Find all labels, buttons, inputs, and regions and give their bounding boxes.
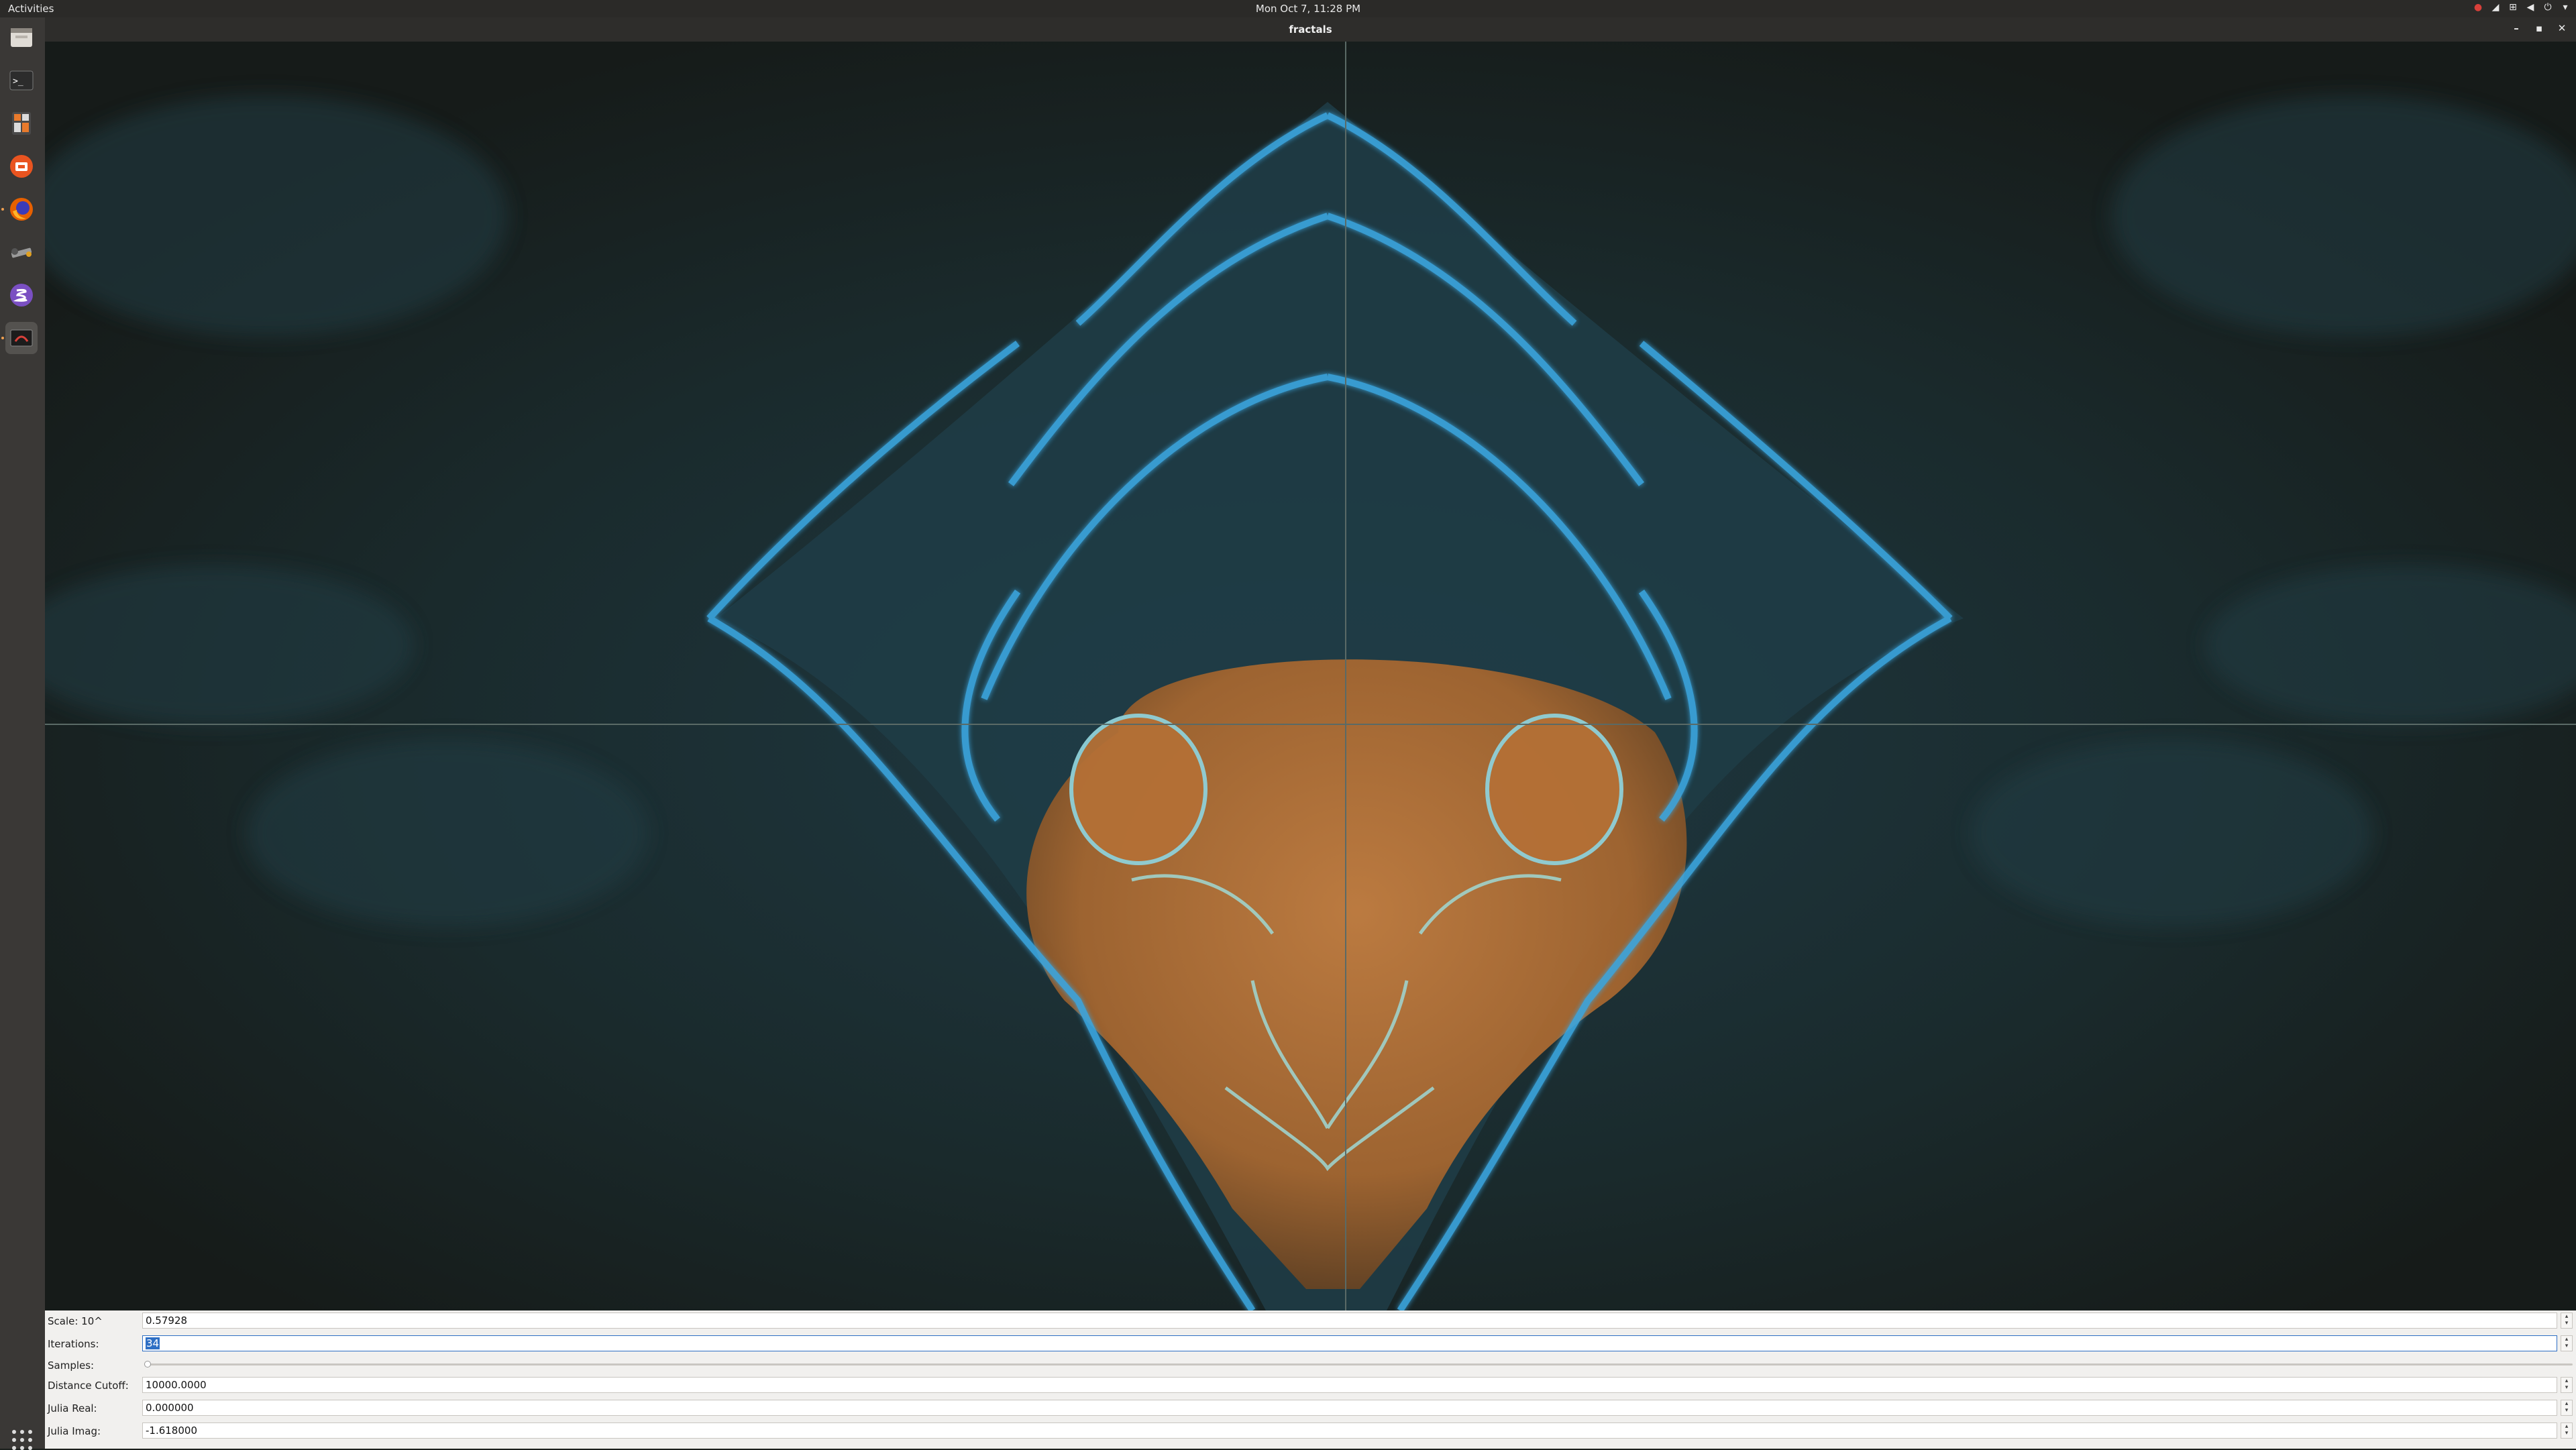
svg-text:>_: >_	[13, 76, 23, 87]
wifi-icon[interactable]: ◢	[2490, 2, 2501, 13]
fractal-canvas[interactable]	[45, 42, 2576, 1310]
julia-imag-row: Julia Imag: -1.618000 ▴ ▾	[45, 1420, 2576, 1441]
maximize-icon[interactable]: ▪	[2534, 23, 2544, 34]
record-icon[interactable]: ●	[2473, 2, 2483, 13]
julia-real-spinner[interactable]: ▴ ▾	[2561, 1400, 2573, 1416]
iterations-spinner[interactable]: ▴ ▾	[2561, 1335, 2573, 1351]
clock[interactable]: Mon Oct 7, 11:28 PM	[1208, 3, 1409, 15]
samples-slider[interactable]	[144, 1361, 2573, 1368]
terminal-icon: >_	[9, 70, 34, 91]
scale-row: Scale: 10^ 0.57928 ▴ ▾	[45, 1310, 2576, 1331]
julia-real-input[interactable]: 0.000000	[142, 1400, 2557, 1416]
firefox-icon	[10, 198, 33, 221]
window-titlebar[interactable]: fractals – ▪ ✕	[45, 17, 2576, 42]
scale-label: Scale: 10^	[48, 1315, 103, 1327]
fractal-image	[45, 42, 2576, 1310]
iterations-label: Iterations:	[48, 1338, 99, 1350]
samples-row: Samples:	[45, 1355, 2576, 1375]
scale-spinner[interactable]: ▴ ▾	[2561, 1313, 2573, 1329]
distance-cutoff-label: Distance Cutoff:	[48, 1380, 129, 1392]
distance-cutoff-row: Distance Cutoff: 10000.0000 ▴ ▾	[45, 1375, 2576, 1395]
distance-cutoff-spinner[interactable]: ▴ ▾	[2561, 1377, 2573, 1393]
firefox-launcher[interactable]	[1, 193, 38, 225]
tool-launcher[interactable]	[5, 236, 38, 268]
activities-button[interactable]: Activities	[8, 3, 54, 15]
files-icon	[11, 28, 32, 47]
software-center-launcher[interactable]	[5, 150, 38, 182]
terminal-launcher[interactable]: >_	[5, 64, 38, 97]
fractals-launcher[interactable]	[1, 322, 38, 354]
show-applications-icon[interactable]	[12, 1430, 32, 1450]
wrench-tool-icon	[11, 247, 32, 258]
julia-real-row: Julia Real: 0.000000 ▴ ▾	[45, 1398, 2576, 1418]
iterations-row: Iterations: 34 ▴ ▾	[45, 1333, 2576, 1353]
samples-label: Samples:	[48, 1359, 95, 1372]
emacs-icon	[10, 284, 33, 306]
julia-imag-label: Julia Imag:	[48, 1425, 101, 1437]
slider-handle[interactable]	[144, 1361, 151, 1368]
volume-icon[interactable]: ◀	[2525, 2, 2536, 13]
top-bar: Activities Mon Oct 7, 11:28 PM ● ◢ ⊞ ◀ ⏻…	[0, 0, 2576, 17]
slider-track	[144, 1363, 2573, 1365]
emacs-launcher[interactable]	[5, 279, 38, 311]
network-icon[interactable]: ⊞	[2508, 2, 2518, 13]
dock: >_	[0, 17, 45, 1450]
distance-cutoff-input[interactable]: 10000.0000	[142, 1377, 2557, 1393]
running-indicator	[1, 337, 4, 339]
software-center-icon	[10, 155, 33, 178]
running-indicator	[1, 208, 4, 211]
scale-input[interactable]: 0.57928	[142, 1313, 2557, 1329]
minimize-icon[interactable]: –	[2512, 23, 2521, 34]
close-icon[interactable]: ✕	[2557, 23, 2567, 34]
power-icon[interactable]: ⏻	[2542, 2, 2553, 13]
julia-real-label: Julia Real:	[48, 1402, 97, 1414]
system-tray[interactable]: ● ◢ ⊞ ◀ ⏻ ▾	[2473, 2, 2571, 13]
window-title: fractals	[1289, 23, 1332, 36]
chevron-down-icon[interactable]: ▾	[2560, 2, 2571, 13]
calculator-launcher[interactable]	[5, 107, 38, 140]
controls-panel: Scale: 10^ 0.57928 ▴ ▾ Iterations: 34 ▴ ▾ …	[45, 1310, 2576, 1449]
julia-imag-spinner[interactable]: ▴ ▾	[2561, 1423, 2573, 1439]
calculator-icon	[12, 112, 31, 135]
fractals-app-icon	[10, 329, 33, 347]
iterations-value: 34	[146, 1337, 160, 1349]
julia-imag-input[interactable]: -1.618000	[142, 1423, 2557, 1439]
iterations-input[interactable]: 34	[142, 1335, 2557, 1351]
files-launcher[interactable]	[5, 21, 38, 54]
